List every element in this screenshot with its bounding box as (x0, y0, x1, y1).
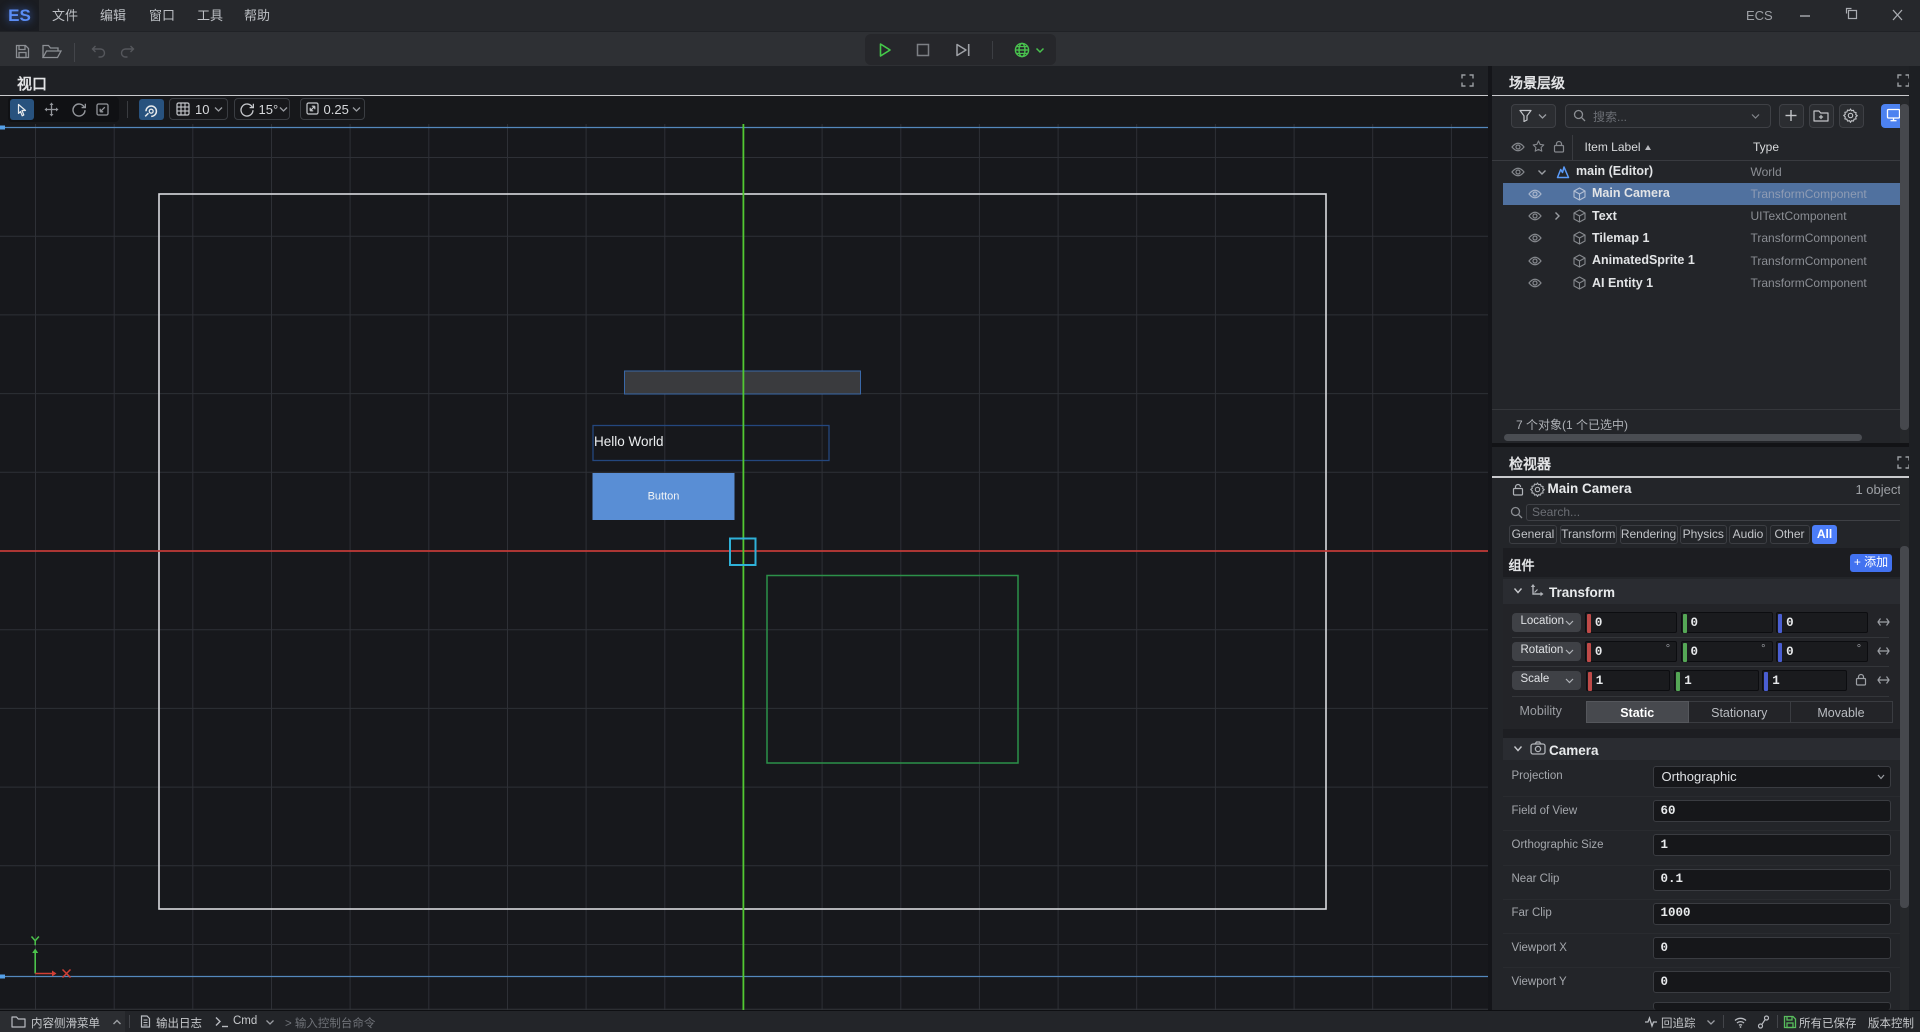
svg-text:Button: Button (648, 491, 680, 503)
svg-text:Hello World: Hello World (594, 434, 664, 449)
